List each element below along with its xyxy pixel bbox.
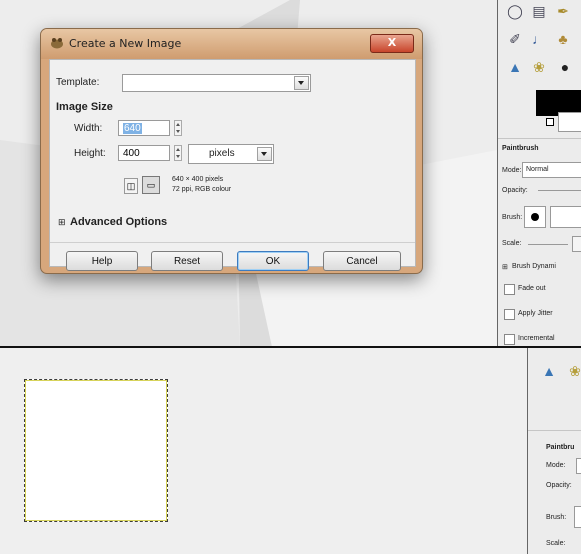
help-button[interactable]: Help	[66, 251, 138, 271]
bucket-tool-icon[interactable]: ♩	[530, 30, 548, 48]
brush-label: Brush:	[502, 214, 523, 221]
scale-label: Scale:	[546, 540, 566, 547]
lasso-tool-icon[interactable]: ◯	[506, 2, 524, 20]
brush-dot-icon	[531, 213, 539, 221]
image-size-heading: Image Size	[56, 101, 113, 113]
opacity-label: Opacity:	[502, 187, 528, 194]
width-label: Width:	[74, 123, 103, 134]
width-spinner[interactable]	[174, 120, 182, 136]
toolbox-panel: ◯ ▤ ✒ ✐ ♩ ♣ ▲ ❀ ● Paintbrush Mode: Norma…	[497, 0, 581, 347]
scale-spinner[interactable]	[572, 236, 581, 252]
brush-name-field[interactable]	[550, 206, 581, 228]
apply-jitter-label: Apply Jitter	[518, 310, 553, 317]
mode-select[interactable]	[576, 458, 581, 474]
brush-dynamics-expander-icon[interactable]: ⊞	[502, 263, 508, 271]
close-icon: X	[387, 36, 397, 49]
tool-options-title: Paintbru	[546, 444, 575, 451]
unit-value: pixels	[209, 148, 235, 159]
smudge-tool-icon[interactable]: ▲	[506, 58, 524, 76]
dodge-tool-icon[interactable]: ●	[556, 58, 574, 76]
brush-preview-button[interactable]	[524, 206, 546, 228]
size-info-line1: 640 × 400 pixels	[172, 176, 224, 183]
mode-value: Normal	[526, 166, 549, 173]
dialog-title: Create a New Image	[69, 37, 182, 50]
new-image-canvas[interactable]	[24, 379, 168, 522]
width-value: 640	[123, 123, 142, 134]
gimp-wilber-icon	[51, 38, 63, 49]
tool-options-title: Paintbrush	[502, 145, 539, 152]
default-colors-icon[interactable]	[546, 118, 554, 126]
scale-label: Scale:	[502, 240, 522, 247]
dialog-titlebar[interactable]: Create a New Image X	[41, 29, 422, 59]
bottom-toolbox-panel: ▲ ❀ Paintbru Mode: Opacity: Brush: Scale…	[527, 348, 581, 554]
chevron-down-icon	[294, 76, 309, 90]
dialog-body: Template: Image Size Width: 640 Height: …	[49, 59, 416, 271]
brush-preview-button[interactable]	[574, 506, 581, 528]
brush-label: Brush:	[546, 514, 567, 521]
create-new-image-dialog: Create a New Image X Template: Image Siz…	[40, 28, 423, 274]
size-info-line2: 72 ppi, RGB colour	[172, 186, 232, 193]
height-value: 400	[123, 148, 140, 159]
landscape-icon[interactable]: ▭	[142, 176, 160, 194]
opacity-slider[interactable]	[538, 190, 581, 191]
heal-tool-icon[interactable]: ❀	[530, 58, 548, 76]
unit-select[interactable]: pixels	[188, 144, 274, 164]
mode-select[interactable]: Normal	[522, 162, 581, 178]
close-button[interactable]: X	[370, 34, 414, 53]
incremental-label: Incremental	[518, 335, 555, 342]
bottom-window: ▲ ❀ Paintbru Mode: Opacity: Brush: Scale…	[0, 348, 581, 554]
reset-button[interactable]: Reset	[151, 251, 223, 271]
cancel-button[interactable]: Cancel	[323, 251, 401, 271]
background-color-swatch[interactable]	[558, 112, 581, 132]
brush-dynamics-label: Brush Dynami	[512, 263, 556, 270]
incremental-checkbox[interactable]	[504, 334, 515, 345]
ok-button[interactable]: OK	[237, 251, 309, 271]
height-spinner[interactable]	[174, 145, 182, 161]
chain-icon[interactable]: ◫	[124, 178, 138, 194]
template-select[interactable]	[122, 74, 311, 92]
width-field[interactable]: 640	[118, 120, 170, 136]
scale-slider[interactable]	[528, 244, 568, 245]
chevron-down-icon	[257, 147, 272, 161]
fade-out-label: Fade out	[518, 285, 546, 292]
height-label: Height:	[74, 148, 106, 159]
mode-label: Mode:	[502, 167, 522, 174]
apply-jitter-checkbox[interactable]	[504, 309, 515, 320]
pencil-tool-icon[interactable]: ✐	[506, 30, 524, 48]
opacity-label: Opacity:	[546, 482, 572, 489]
mode-label: Mode:	[546, 462, 566, 469]
height-field[interactable]: 400	[118, 145, 170, 161]
heal-tool-icon[interactable]: ❀	[566, 362, 581, 380]
advanced-options-toggle[interactable]: Advanced Options	[70, 216, 167, 228]
template-label: Template:	[56, 77, 100, 88]
smudge-tool-icon[interactable]: ▲	[540, 362, 558, 380]
fade-out-checkbox[interactable]	[504, 284, 515, 295]
top-window: ◯ ▤ ✒ ✐ ♩ ♣ ▲ ❀ ● Paintbrush Mode: Norma…	[0, 0, 581, 347]
clone-tool-icon[interactable]: ♣	[554, 30, 572, 48]
brush-tool-icon[interactable]: ✒	[554, 2, 572, 20]
expander-icon[interactable]: ⊞	[58, 217, 66, 228]
layer-tool-icon[interactable]: ▤	[530, 2, 548, 20]
